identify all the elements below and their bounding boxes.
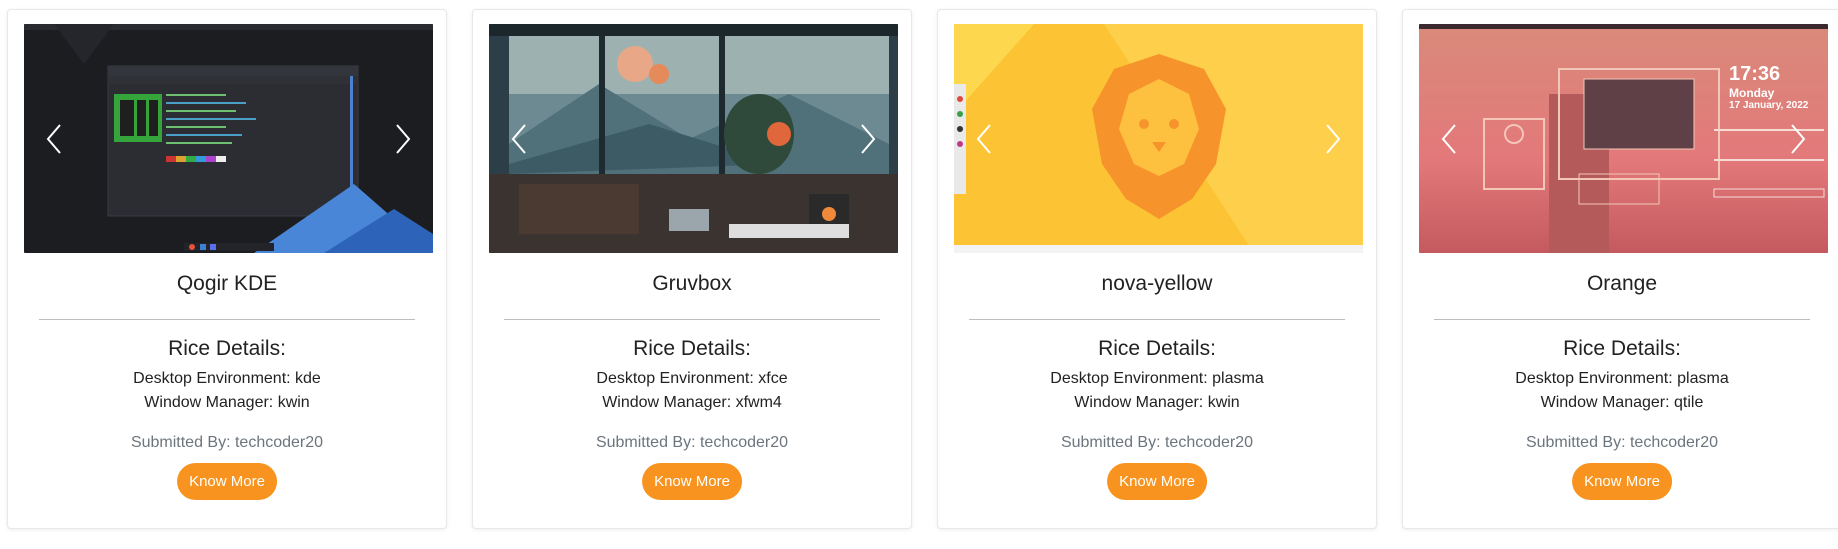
chevron-left-icon: [1441, 123, 1456, 154]
submitted-by-text: Submitted By: techcoder20: [130, 434, 324, 451]
carousel-next-button[interactable]: [373, 24, 433, 253]
lion-logo-wallpaper: [954, 24, 1363, 253]
know-more-button[interactable]: Know More: [642, 463, 742, 500]
divider: [39, 319, 415, 320]
kde-desktop-screenshot: [24, 24, 433, 253]
chevron-left-icon: [46, 123, 61, 154]
divider: [969, 319, 1345, 320]
window-manager-text: Window Manager: kwin: [1074, 394, 1240, 411]
rice-details-heading: Rice Details:: [1563, 337, 1681, 360]
rice-details-heading: Rice Details:: [168, 337, 286, 360]
carousel-prev-button[interactable]: [954, 24, 1014, 253]
submitted-by-text: Submitted By: techcoder20: [595, 434, 789, 451]
window-manager-text: Window Manager: kwin: [144, 394, 310, 411]
rice-title: Qogir KDE: [176, 272, 278, 295]
rice-card: Gruvbox Rice Details: Desktop Environmen…: [472, 9, 912, 529]
carousel-next-button[interactable]: [838, 24, 898, 253]
carousel-next-button[interactable]: [1768, 24, 1828, 253]
screenshot-carousel[interactable]: [24, 24, 433, 253]
chevron-right-icon: [396, 123, 411, 154]
know-more-button[interactable]: Know More: [1572, 463, 1672, 500]
divider: [504, 319, 880, 320]
window-manager-text: Window Manager: xfwm4: [602, 394, 782, 411]
rice-details-heading: Rice Details:: [1098, 337, 1216, 360]
carousel-prev-button[interactable]: [1419, 24, 1479, 253]
rice-title: nova-yellow: [1101, 272, 1213, 295]
desktop-environment-text: Desktop Environment: kde: [133, 370, 321, 387]
lofi-room-wallpaper: [489, 24, 898, 253]
screenshot-carousel[interactable]: 17:36 Monday 17 January, 2022: [1419, 24, 1828, 253]
submitted-by-text: Submitted By: techcoder20: [1060, 434, 1254, 451]
chevron-left-icon: [511, 123, 526, 154]
rice-card-grid: Qogir KDE Rice Details: Desktop Environm…: [0, 0, 1838, 549]
desktop-environment-text: Desktop Environment: xfce: [596, 370, 788, 387]
desktop-environment-text: Desktop Environment: plasma: [1050, 370, 1264, 387]
carousel-prev-button[interactable]: [24, 24, 84, 253]
chevron-right-icon: [1326, 123, 1341, 154]
chevron-right-icon: [1791, 123, 1806, 154]
rice-title: Gruvbox: [652, 272, 732, 295]
divider: [1434, 319, 1810, 320]
rice-card: Qogir KDE Rice Details: Desktop Environm…: [7, 9, 447, 529]
window-manager-text: Window Manager: qtile: [1540, 394, 1704, 411]
carousel-next-button[interactable]: [1303, 24, 1363, 253]
rice-title: Orange: [1586, 272, 1658, 295]
rice-details-heading: Rice Details:: [633, 337, 751, 360]
chevron-left-icon: [976, 123, 991, 154]
desktop-environment-text: Desktop Environment: plasma: [1515, 370, 1729, 387]
know-more-button[interactable]: Know More: [1107, 463, 1207, 500]
screenshot-carousel[interactable]: [954, 24, 1363, 253]
know-more-button[interactable]: Know More: [177, 463, 277, 500]
carousel-prev-button[interactable]: [489, 24, 549, 253]
submitted-by-text: Submitted By: techcoder20: [1525, 434, 1719, 451]
rice-card: 17:36 Monday 17 January, 2022 Orange Ric…: [1402, 9, 1838, 529]
rice-card: nova-yellow Rice Details: Desktop Enviro…: [937, 9, 1377, 529]
chevron-right-icon: [861, 123, 876, 154]
sunset-desktop-screenshot: [1419, 24, 1828, 253]
screenshot-carousel[interactable]: [489, 24, 898, 253]
